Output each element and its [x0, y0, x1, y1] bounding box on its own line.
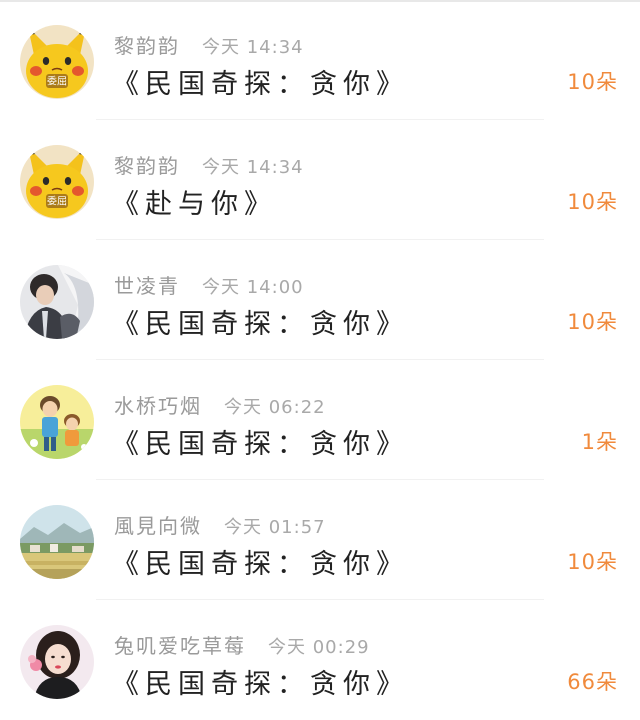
name-line: 黎韵韵 今天 14:34	[114, 30, 304, 59]
flower-count: 1朵	[581, 430, 618, 454]
list-item[interactable]: 兔叽爱吃草莓 今天 00:29 《民国奇探：贪你》 66朵	[0, 600, 640, 720]
timestamp: 今天 14:34	[202, 37, 304, 58]
timestamp: 今天 14:00	[202, 277, 304, 298]
flower-count: 10朵	[567, 310, 618, 334]
book-title: 《民国奇探：贪你》	[112, 69, 409, 100]
avatar-caption: 委屈	[47, 195, 67, 208]
avatar[interactable]	[20, 385, 94, 459]
landscape-avatar-icon	[20, 505, 94, 579]
book-title: 《民国奇探：贪你》	[112, 429, 409, 460]
name-line: 兔叽爱吃草莓 今天 00:29	[114, 630, 370, 659]
name-line: 黎韵韵 今天 14:34	[114, 150, 304, 179]
name-line: 風見向微 今天 01:57	[114, 510, 326, 539]
book-title: 《民国奇探：贪你》	[112, 549, 409, 580]
list-item[interactable]: 委屈 黎韵韵 今天 14:34 《赴与你》 10朵	[0, 120, 640, 240]
timestamp: 今天 00:29	[268, 637, 370, 658]
avatar[interactable]: 委屈	[20, 25, 94, 99]
timestamp: 今天 06:22	[224, 397, 326, 418]
user-name[interactable]: 風見向微	[114, 510, 202, 539]
user-name[interactable]: 水桥巧烟	[114, 390, 202, 419]
timestamp: 今天 01:57	[224, 517, 326, 538]
book-title: 《民国奇探：贪你》	[112, 669, 409, 700]
book-title: 《赴与你》	[112, 189, 277, 220]
user-name[interactable]: 兔叽爱吃草莓	[114, 630, 246, 659]
timestamp: 今天 14:34	[202, 157, 304, 178]
avatar[interactable]	[20, 265, 94, 339]
user-name[interactable]: 世凌青	[114, 270, 180, 299]
list-item[interactable]: 風見向微 今天 01:57 《民国奇探：贪你》 10朵	[0, 480, 640, 600]
flower-count: 10朵	[567, 190, 618, 214]
name-line: 世凌青 今天 14:00	[114, 270, 304, 299]
couple-photo-avatar-icon	[20, 265, 94, 339]
pikachu-avatar-icon: 委屈	[20, 145, 94, 219]
user-name[interactable]: 黎韵韵	[114, 150, 180, 179]
cartoon-kids-avatar-icon	[20, 385, 94, 459]
avatar[interactable]: 委屈	[20, 145, 94, 219]
flower-count: 66朵	[567, 670, 618, 694]
avatar[interactable]	[20, 625, 94, 699]
flower-count: 10朵	[567, 550, 618, 574]
girl-portrait-avatar-icon	[20, 625, 94, 699]
avatar-caption: 委屈	[47, 75, 67, 88]
gift-record-list: 委屈 黎韵韵 今天 14:34 《民国奇探：贪你》 10朵 委屈 黎韵韵 今天 …	[0, 0, 640, 720]
list-item[interactable]: 水桥巧烟 今天 06:22 《民国奇探：贪你》 1朵	[0, 360, 640, 480]
pikachu-avatar-icon: 委屈	[20, 25, 94, 99]
name-line: 水桥巧烟 今天 06:22	[114, 390, 326, 419]
flower-count: 10朵	[567, 70, 618, 94]
user-name[interactable]: 黎韵韵	[114, 30, 180, 59]
list-item[interactable]: 委屈 黎韵韵 今天 14:34 《民国奇探：贪你》 10朵	[0, 0, 640, 120]
book-title: 《民国奇探：贪你》	[112, 309, 409, 340]
list-item[interactable]: 世凌青 今天 14:00 《民国奇探：贪你》 10朵	[0, 240, 640, 360]
avatar[interactable]	[20, 505, 94, 579]
